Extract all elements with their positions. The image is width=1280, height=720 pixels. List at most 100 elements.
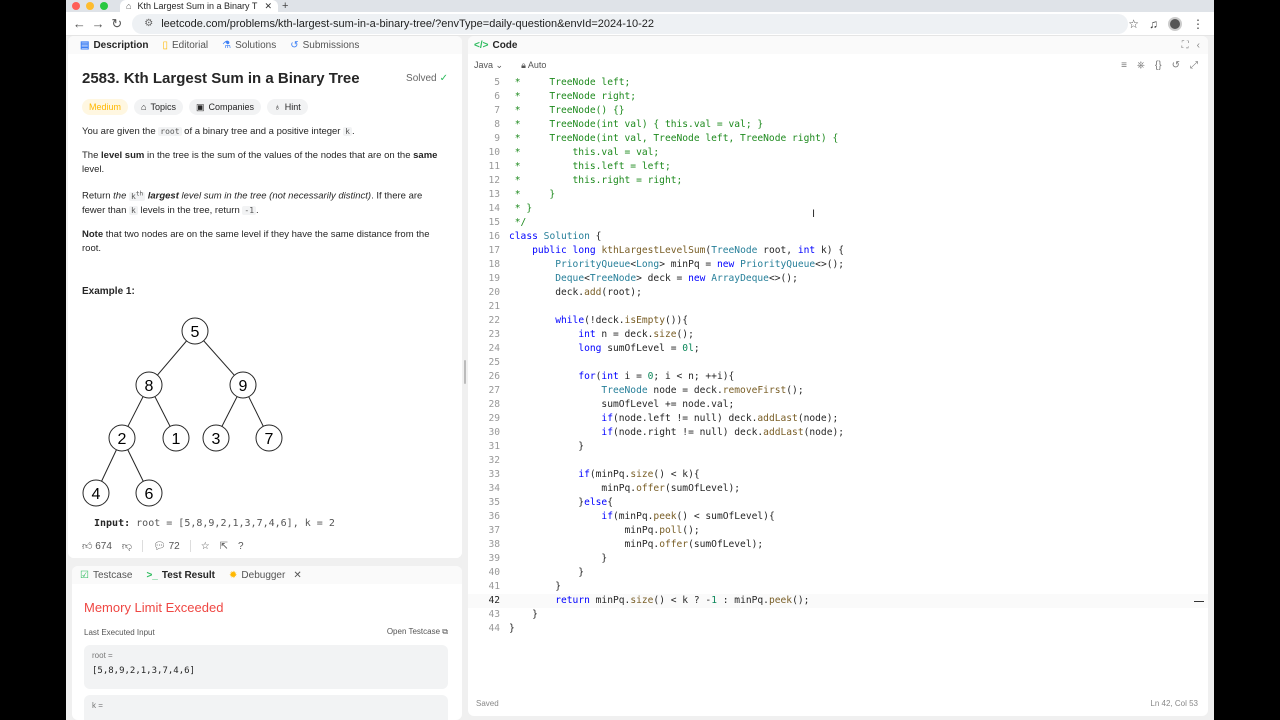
address-bar[interactable]: ⚙ leetcode.com/problems/kth-largest-sum-…: [132, 13, 1129, 34]
code-line[interactable]: 22 while(!deck.isEmpty()){: [468, 314, 1208, 328]
code-line[interactable]: 10 * this.val = val;: [468, 146, 1208, 160]
bookmark-icon[interactable]: ⎈: [1137, 60, 1145, 71]
dislike-button[interactable]: 👎︎: [122, 540, 132, 552]
code-line[interactable]: 9 * TreeNode(int val, TreeNode left, Tre…: [468, 132, 1208, 146]
reset-icon[interactable]: ↺: [1172, 60, 1180, 71]
minimize-window-icon[interactable]: [86, 2, 94, 10]
companies-tag[interactable]: ▣ Companies: [188, 99, 262, 115]
lock-icon: ▣: [195, 101, 205, 112]
profile-avatar[interactable]: [1168, 16, 1183, 31]
like-button[interactable]: 👍︎ 674: [82, 540, 112, 552]
code-line[interactable]: 13 * }: [468, 188, 1208, 202]
lightbulb-icon: ♁: [274, 102, 281, 112]
code-line[interactable]: 36 if(minPq.peek() < sumOfLevel){: [468, 510, 1208, 524]
code-line[interactable]: 30 if(node.right != null) deck.addLast(n…: [468, 426, 1208, 440]
language-select[interactable]: Java ⌄: [474, 60, 503, 71]
auto-mode-toggle[interactable]: 🔒︎ Auto: [521, 60, 546, 71]
braces-icon[interactable]: {}: [1155, 60, 1162, 71]
code-line[interactable]: 23 int n = deck.size();: [468, 328, 1208, 342]
help-icon[interactable]: ?: [238, 541, 244, 552]
code-line[interactable]: 7 * TreeNode() {}: [468, 104, 1208, 118]
back-arrow-icon[interactable]: ←: [70, 16, 89, 31]
cursor-position: Ln 42, Col 53: [1150, 698, 1198, 708]
code-line[interactable]: 38 minPq.offer(sumOfLevel);: [468, 538, 1208, 552]
code-line[interactable]: 43 }: [468, 608, 1208, 622]
submissions-icon: ↺: [290, 39, 299, 51]
close-window-icon[interactable]: [72, 2, 80, 10]
code-line[interactable]: 25: [468, 356, 1208, 370]
code-line[interactable]: 6 * TreeNode right;: [468, 90, 1208, 104]
tab-debugger[interactable]: ✹ Debugger ✕: [229, 570, 302, 581]
problem-title[interactable]: 2583. Kth Largest Sum in a Binary Tree: [82, 70, 360, 87]
tab-editorial[interactable]: ▯ Editorial: [162, 40, 208, 51]
browser-menu-icon[interactable]: ⋮: [1192, 17, 1204, 31]
code-editor[interactable]: 5 * TreeNode left; 6 * TreeNode right; 7 *…: [468, 76, 1208, 696]
code-line[interactable]: 16 class Solution {: [468, 230, 1208, 244]
code-line[interactable]: 18 PriorityQueue<Long> minPq = new Prior…: [468, 258, 1208, 272]
line-number: 18: [488, 259, 500, 270]
tab-solutions[interactable]: ⚗ Solutions: [222, 40, 276, 51]
code-line[interactable]: 29 if(node.left != null) deck.addLast(no…: [468, 412, 1208, 426]
svg-text:6: 6: [145, 486, 154, 503]
panel-resize-handle[interactable]: [464, 360, 466, 384]
tab-close-icon[interactable]: ✕: [293, 570, 301, 581]
code-line[interactable]: 11 * this.left = left;: [468, 160, 1208, 174]
code-line[interactable]: 8 * TreeNode(int val) { this.val = val; …: [468, 118, 1208, 132]
line-number: 12: [488, 175, 500, 186]
site-info-icon[interactable]: ⚙: [144, 18, 153, 29]
example-input: Input: root = [5,8,9,2,1,3,7,4,6], k = 2: [94, 518, 335, 529]
code-line[interactable]: 26 for(int i = 0; i < n; ++i){: [468, 370, 1208, 384]
code-text: int n = deck.size();: [578, 329, 694, 340]
tab-close-icon[interactable]: ✕: [264, 1, 272, 12]
maximize-window-icon[interactable]: [100, 2, 108, 10]
code-line[interactable]: 35 }else{: [468, 496, 1208, 510]
comments-button[interactable]: 💬︎ 72: [153, 541, 180, 552]
code-line[interactable]: 27 TreeNode node = deck.removeFirst();: [468, 384, 1208, 398]
media-control-icon[interactable]: ♫: [1149, 17, 1158, 31]
share-icon[interactable]: ⇱: [220, 541, 228, 552]
code-line[interactable]: 20 deck.add(root);: [468, 286, 1208, 300]
code-line[interactable]: 31 }: [468, 440, 1208, 454]
code-line[interactable]: 14 * }: [468, 202, 1208, 216]
problem-tags: Medium ⌂ Topics ▣ Companies ♁ Hint: [82, 99, 448, 115]
code-line[interactable]: 42 return minPq.size() < k ? -1 : minPq.…: [468, 594, 1208, 608]
expand-icon[interactable]: ⛶: [1182, 40, 1189, 51]
code-line[interactable]: 41 }: [468, 580, 1208, 594]
tab-test-result[interactable]: >_ Test Result: [146, 570, 215, 581]
code-line[interactable]: 15 */: [468, 216, 1208, 230]
tab-description[interactable]: ▤ Description: [80, 40, 148, 51]
code-line[interactable]: 44}: [468, 622, 1208, 636]
code-line[interactable]: 40 }: [468, 566, 1208, 580]
tab-testcase[interactable]: ☑ Testcase: [80, 570, 132, 581]
code-line[interactable]: 19 Deque<TreeNode> deck = new ArrayDeque…: [468, 272, 1208, 286]
browser-tab[interactable]: ⌂ Kth Largest Sum in a Binary T ✕: [120, 0, 278, 12]
code-line[interactable]: 12 * this.right = right;: [468, 174, 1208, 188]
code-line[interactable]: 34 minPq.offer(sumOfLevel);: [468, 482, 1208, 496]
line-number: 44: [488, 623, 500, 634]
code-line[interactable]: 37 minPq.poll();: [468, 524, 1208, 538]
forward-arrow-icon[interactable]: →: [89, 16, 108, 31]
code-line[interactable]: 39 }: [468, 552, 1208, 566]
code-line[interactable]: 17 public long kthLargestLevelSum(TreeNo…: [468, 244, 1208, 258]
code-text: * }: [509, 189, 556, 200]
format-icon[interactable]: ≡: [1121, 60, 1127, 71]
check-circle-icon: ✓: [439, 73, 448, 84]
code-line[interactable]: 5 * TreeNode left;: [468, 76, 1208, 90]
code-line[interactable]: 33 if(minPq.size() < k){: [468, 468, 1208, 482]
bookmark-star-icon[interactable]: ☆: [1128, 17, 1139, 31]
code-text: sumOfLevel += node.val;: [509, 399, 735, 410]
tab-submissions[interactable]: ↺ Submissions: [290, 40, 359, 51]
code-line[interactable]: 28 sumOfLevel += node.val;: [468, 398, 1208, 412]
browser-tab-title: Kth Largest Sum in a Binary T: [137, 1, 258, 11]
hint-tag[interactable]: ♁ Hint: [267, 99, 308, 115]
topics-tag[interactable]: ⌂ Topics: [134, 99, 183, 115]
collapse-icon[interactable]: ‹: [1197, 40, 1200, 51]
open-testcase-button[interactable]: Open Testcase ⧉: [387, 627, 448, 637]
code-line[interactable]: 24 long sumOfLevel = 0l;: [468, 342, 1208, 356]
favorite-star-icon[interactable]: ☆: [201, 541, 210, 552]
fullscreen-icon[interactable]: ⤢: [1190, 60, 1198, 71]
new-tab-icon[interactable]: +: [282, 0, 288, 12]
code-line[interactable]: 32: [468, 454, 1208, 468]
reload-icon[interactable]: ↻: [108, 16, 127, 32]
code-line[interactable]: 21: [468, 300, 1208, 314]
